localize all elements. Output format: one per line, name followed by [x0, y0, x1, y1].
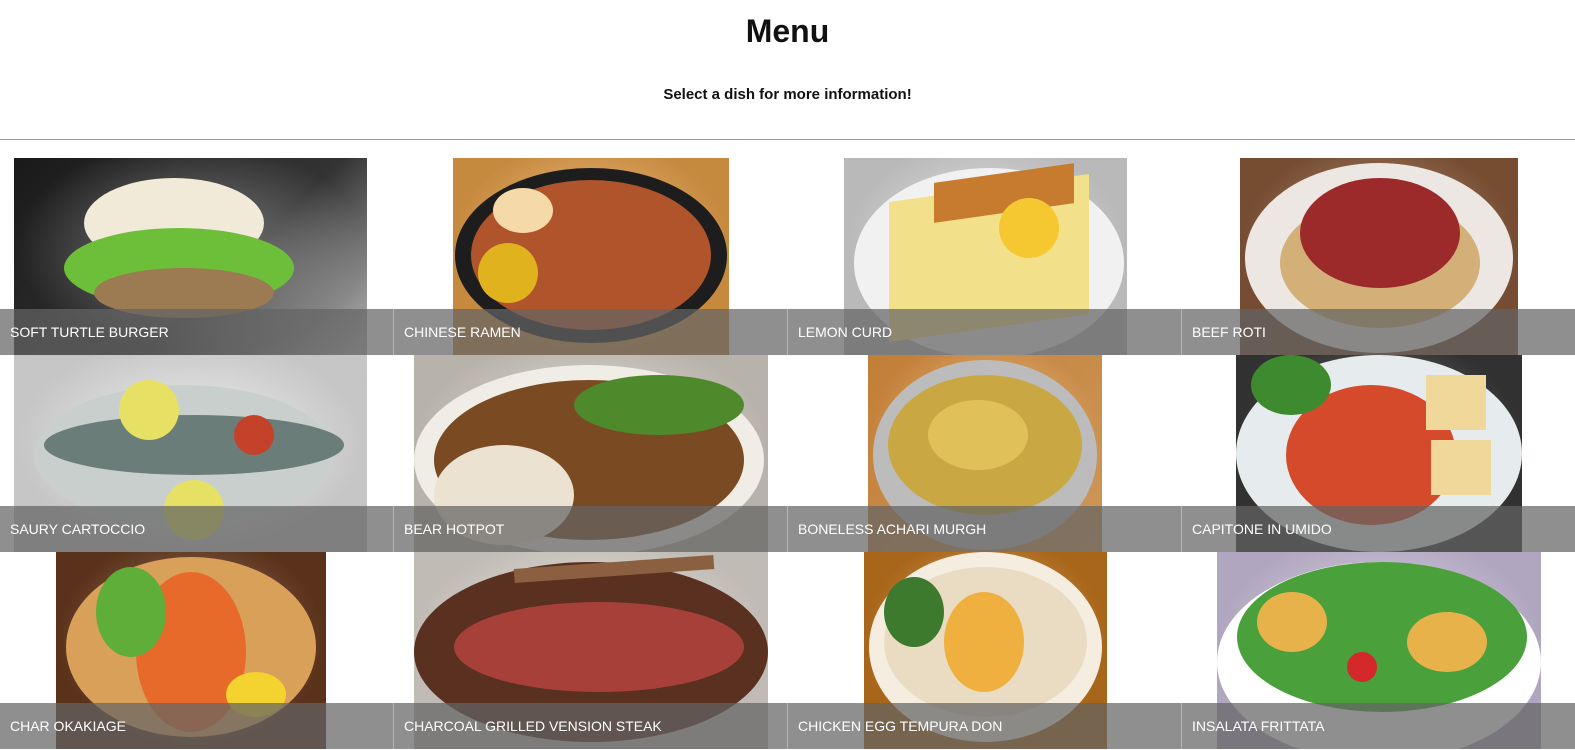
dish-card-boneless-achari-murgh[interactable]: BONELESS ACHARI MURGH	[788, 355, 1182, 552]
page-title: Menu	[745, 13, 830, 49]
page-subtitle: Select a dish for more information!	[663, 86, 912, 103]
dish-card-lemon-curd[interactable]: LEMON CURD	[788, 158, 1182, 355]
dish-caption: CHAR OKAKIAGE	[0, 703, 394, 749]
dish-caption: LEMON CURD	[788, 309, 1182, 355]
dish-card-capitone-in-umido[interactable]: CAPITONE IN UMIDO	[1182, 355, 1575, 552]
dish-card-bear-hotpot[interactable]: BEAR HOTPOT	[394, 355, 788, 552]
page-header: Menu Select a dish for more information!	[0, 0, 1575, 140]
dish-caption: BONELESS ACHARI MURGH	[788, 506, 1182, 552]
dish-card-charcoal-grilled-vension-steak[interactable]: CHARCOAL GRILLED VENSION STEAK	[394, 552, 788, 749]
dish-caption: SOFT TURTLE BURGER	[0, 309, 394, 355]
dish-caption: BEAR HOTPOT	[394, 506, 788, 552]
dish-card-soft-turtle-burger[interactable]: SOFT TURTLE BURGER	[0, 158, 394, 355]
dish-caption: INSALATA FRITTATA	[1182, 703, 1575, 749]
dish-card-char-okakiage[interactable]: CHAR OKAKIAGE	[0, 552, 394, 749]
dish-card-chinese-ramen[interactable]: CHINESE RAMEN	[394, 158, 788, 355]
dish-caption: CHICKEN EGG TEMPURA DON	[788, 703, 1182, 749]
dish-card-chicken-egg-tempura-don[interactable]: CHICKEN EGG TEMPURA DON	[788, 552, 1182, 749]
dish-card-saury-cartoccio[interactable]: SAURY CARTOCCIO	[0, 355, 394, 552]
dish-grid: SOFT TURTLE BURGER CHINESE RAMEN LEMON C…	[0, 158, 1575, 750]
dish-caption: SAURY CARTOCCIO	[0, 506, 394, 552]
dish-caption: CHARCOAL GRILLED VENSION STEAK	[394, 703, 788, 749]
dish-caption: BEEF ROTI	[1182, 309, 1575, 355]
dish-caption: CHINESE RAMEN	[394, 309, 788, 355]
dish-card-insalata-frittata[interactable]: INSALATA FRITTATA	[1182, 552, 1575, 749]
dish-card-beef-roti[interactable]: BEEF ROTI	[1182, 158, 1575, 355]
dish-caption: CAPITONE IN UMIDO	[1182, 506, 1575, 552]
